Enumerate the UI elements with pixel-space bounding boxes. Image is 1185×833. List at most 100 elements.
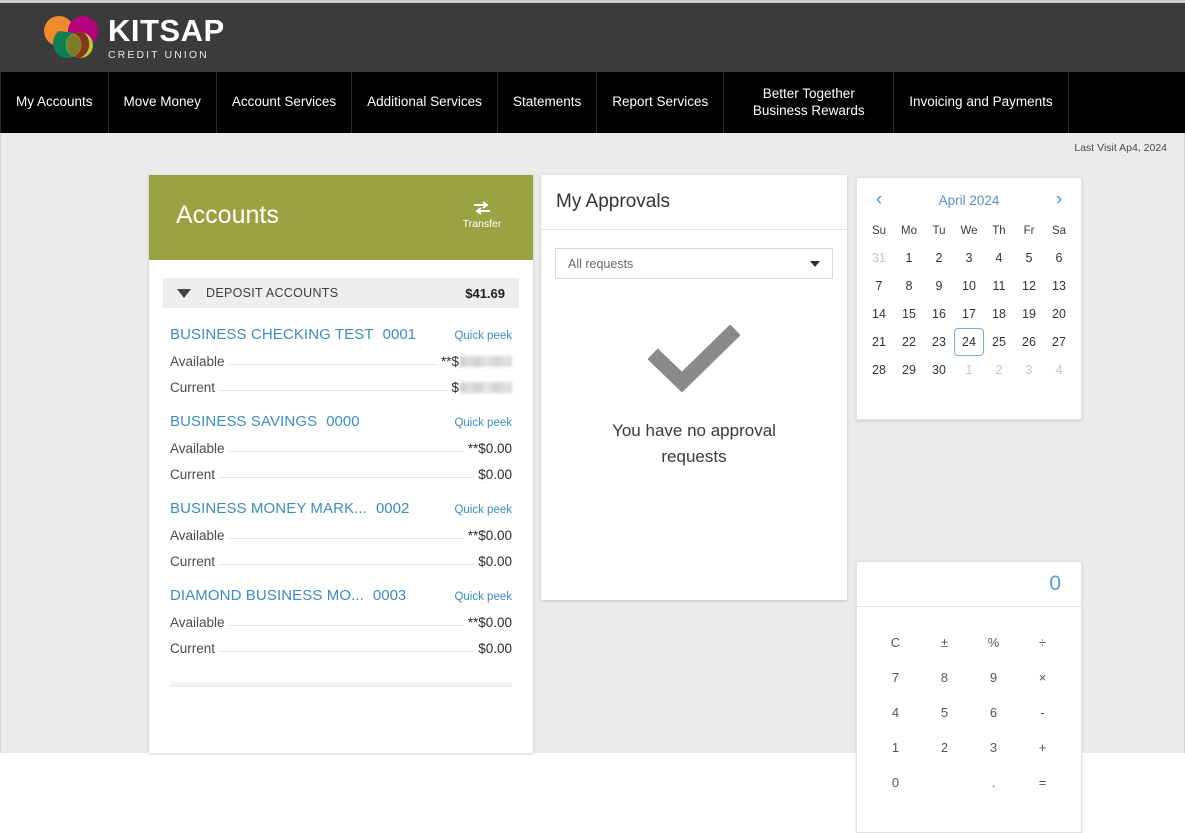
- calendar-day[interactable]: 16: [924, 300, 954, 328]
- redacted-amount-mask: [460, 356, 512, 367]
- calculator-key-±[interactable]: ±: [920, 625, 969, 660]
- calendar-day[interactable]: 19: [1014, 300, 1044, 328]
- nav-item-better-together-business-rewards[interactable]: Better Together Business Rewards: [724, 72, 894, 133]
- calculator-key-%[interactable]: %: [969, 625, 1018, 660]
- account-available-value: **$0.00: [468, 615, 512, 630]
- nav-item-report-services[interactable]: Report Services: [597, 72, 724, 133]
- account-name-link[interactable]: BUSINESS CHECKING TEST: [170, 326, 374, 343]
- accounts-panel-title: Accounts: [176, 201, 279, 230]
- calendar-day[interactable]: 9: [924, 272, 954, 300]
- transfer-button[interactable]: Transfer: [451, 201, 513, 230]
- calculator-key-2[interactable]: 2: [920, 730, 969, 765]
- nav-item-account-services[interactable]: Account Services: [217, 72, 352, 133]
- calendar-day-name: Sa: [1044, 222, 1074, 244]
- calendar-day[interactable]: 12: [1014, 272, 1044, 300]
- calendar-day[interactable]: 6: [1044, 244, 1074, 272]
- brand-logo[interactable]: KITSAP CREDIT UNION: [40, 14, 225, 61]
- account-header: DIAMOND BUSINESS MO... 0003 Quick peek: [163, 587, 519, 604]
- brand-name: KITSAP: [108, 15, 225, 46]
- calendar-day[interactable]: 4: [1044, 356, 1074, 384]
- calculator-key-3[interactable]: 3: [969, 730, 1018, 765]
- calendar-day[interactable]: 2: [984, 356, 1014, 384]
- calculator-key-+[interactable]: +: [1018, 730, 1067, 765]
- calendar-day[interactable]: 20: [1044, 300, 1074, 328]
- calendar-day[interactable]: 25: [984, 328, 1014, 356]
- calendar-day-name: Su: [864, 222, 894, 244]
- calendar-day[interactable]: 22: [894, 328, 924, 356]
- account-header: BUSINESS SAVINGS0000Quick peek: [163, 413, 519, 430]
- calendar-day[interactable]: 14: [864, 300, 894, 328]
- calendar-day[interactable]: 31: [864, 244, 894, 272]
- calendar-day-name: Fr: [1014, 222, 1044, 244]
- brand-wordmark: KITSAP CREDIT UNION: [108, 14, 225, 61]
- calendar-day[interactable]: 29: [894, 356, 924, 384]
- calendar-day[interactable]: 10: [954, 272, 984, 300]
- calendar-prev-month-button[interactable]: ‹: [869, 189, 889, 211]
- deposit-accounts-group-header[interactable]: DEPOSIT ACCOUNTS $41.69: [163, 278, 519, 308]
- calculator-key--[interactable]: -: [1018, 695, 1067, 730]
- leader-line: [229, 450, 464, 452]
- main-navigation: My AccountsMove MoneyAccount ServicesAdd…: [0, 72, 1185, 133]
- calendar-day[interactable]: 13: [1044, 272, 1074, 300]
- calendar-day[interactable]: 1: [894, 244, 924, 272]
- calendar-day[interactable]: 23: [924, 328, 954, 356]
- calendar-day[interactable]: 11: [984, 272, 1014, 300]
- calendar-next-month-button[interactable]: ›: [1049, 189, 1069, 211]
- account-current-label: Current: [170, 467, 215, 482]
- account-item: BUSINESS CHECKING TEST0001Quick peekAvai…: [163, 326, 519, 395]
- calendar-day[interactable]: 28: [864, 356, 894, 384]
- account-name-link[interactable]: BUSINESS MONEY MARK...: [170, 500, 367, 517]
- calculator-key-0[interactable]: 0: [871, 765, 920, 800]
- calculator-key-7[interactable]: 7: [871, 660, 920, 695]
- calculator-key-1[interactable]: 1: [871, 730, 920, 765]
- account-item: DIAMOND BUSINESS MO...0003Quick peekAvai…: [163, 587, 519, 656]
- page-content: Last Visit Ap4, 2024 Accounts Transfer: [0, 133, 1185, 753]
- quick-peek-link[interactable]: Quick peek: [454, 330, 512, 342]
- calendar-day[interactable]: 4: [984, 244, 1014, 272]
- transfer-arrows-icon: [451, 201, 513, 215]
- calculator-key-÷[interactable]: ÷: [1018, 625, 1067, 660]
- calculator-key-.[interactable]: .: [969, 765, 1018, 800]
- nav-item-my-accounts[interactable]: My Accounts: [0, 72, 109, 133]
- calculator-key-5[interactable]: 5: [920, 695, 969, 730]
- calendar-day[interactable]: 17: [954, 300, 984, 328]
- calendar-day[interactable]: 7: [864, 272, 894, 300]
- calculator-key-×[interactable]: ×: [1018, 660, 1067, 695]
- calculator-key-8[interactable]: 8: [920, 660, 969, 695]
- nav-item-invoicing-and-payments[interactable]: Invoicing and Payments: [894, 72, 1068, 133]
- nav-item-statements[interactable]: Statements: [498, 72, 597, 133]
- quick-peek-link[interactable]: Quick peek: [454, 591, 512, 603]
- calculator-key-C[interactable]: C: [871, 625, 920, 660]
- collapse-caret-icon: [177, 289, 191, 298]
- calendar-day[interactable]: 2: [924, 244, 954, 272]
- calendar-day[interactable]: 1: [954, 356, 984, 384]
- account-name-link[interactable]: DIAMOND BUSINESS MO...: [170, 587, 364, 604]
- calendar-day-name: We: [954, 222, 984, 244]
- quick-peek-link[interactable]: Quick peek: [454, 417, 512, 429]
- calendar-day[interactable]: 26: [1014, 328, 1044, 356]
- calendar-day-selected[interactable]: 24: [954, 328, 984, 356]
- calendar-day[interactable]: 21: [864, 328, 894, 356]
- account-name-link[interactable]: BUSINESS SAVINGS: [170, 413, 317, 430]
- calculator-key-4[interactable]: 4: [871, 695, 920, 730]
- calculator-key-6[interactable]: 6: [969, 695, 1018, 730]
- accounts-list: BUSINESS CHECKING TEST0001Quick peekAvai…: [149, 326, 533, 656]
- calendar-day[interactable]: 3: [1014, 356, 1044, 384]
- quick-peek-link[interactable]: Quick peek: [454, 504, 512, 516]
- calendar-day[interactable]: 8: [894, 272, 924, 300]
- calendar-day[interactable]: 30: [924, 356, 954, 384]
- nav-item-additional-services[interactable]: Additional Services: [352, 72, 498, 133]
- calendar-day[interactable]: 15: [894, 300, 924, 328]
- approvals-filter-select[interactable]: All requests: [555, 248, 833, 279]
- account-available-value: **$: [441, 354, 512, 369]
- account-number: 0003: [373, 587, 406, 604]
- calendar-day[interactable]: 18: [984, 300, 1014, 328]
- calendar-day[interactable]: 3: [954, 244, 984, 272]
- nav-item-move-money[interactable]: Move Money: [109, 72, 217, 133]
- transfer-button-label: Transfer: [451, 218, 513, 230]
- calculator-key-9[interactable]: 9: [969, 660, 1018, 695]
- calendar-day[interactable]: 5: [1014, 244, 1044, 272]
- calendar-day[interactable]: 27: [1044, 328, 1074, 356]
- calculator-key-=[interactable]: =: [1018, 765, 1067, 800]
- brand-tagline: CREDIT UNION: [108, 50, 225, 61]
